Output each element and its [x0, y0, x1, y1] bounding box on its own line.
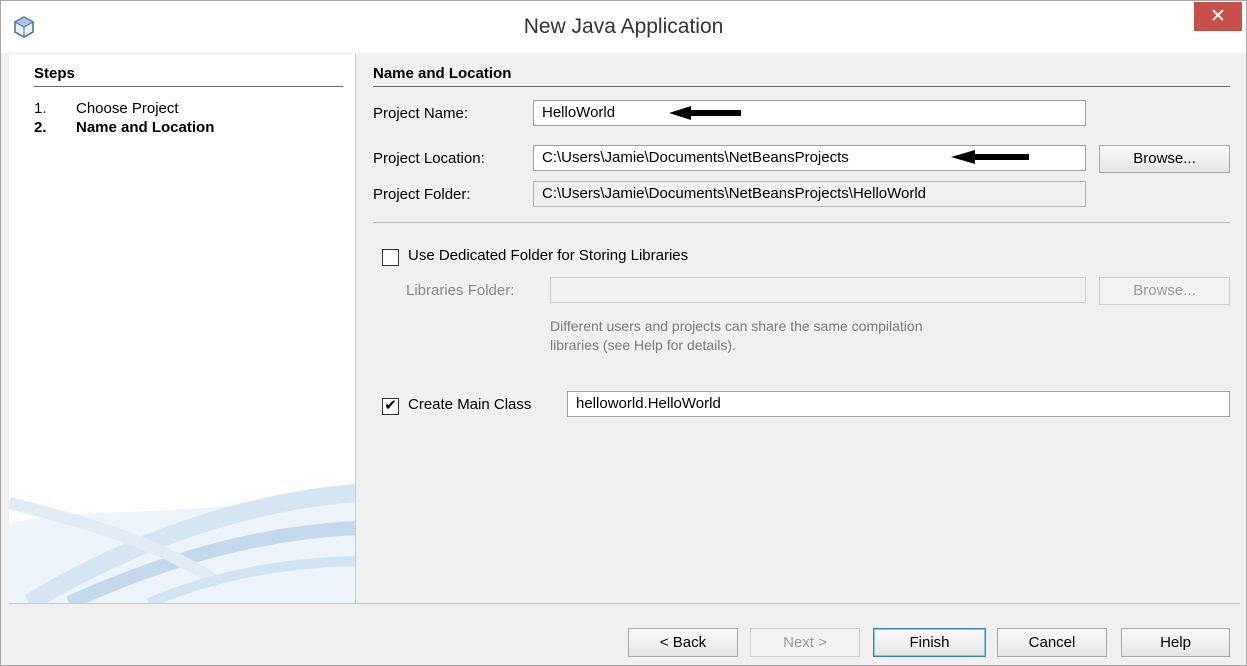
- create-main-class-label: Create Main Class: [408, 396, 532, 413]
- project-location-label: Project Location:: [373, 150, 485, 167]
- next-button[interactable]: Next >: [750, 628, 860, 657]
- cancel-button[interactable]: Cancel: [997, 628, 1107, 657]
- browse-libraries-button[interactable]: Browse...: [1099, 277, 1230, 305]
- help-line: Different users and projects can share t…: [550, 318, 923, 334]
- new-java-application-dialog: New Java Application ✕ Steps 1. Choose Pr…: [0, 0, 1247, 666]
- project-folder-label: Project Folder:: [373, 186, 471, 203]
- step-number: 1.: [34, 100, 47, 117]
- help-line: libraries (see Help for details).: [550, 337, 736, 353]
- libraries-help-text: Different users and projects can share t…: [550, 317, 923, 355]
- step-label: Choose Project: [76, 100, 179, 117]
- help-button[interactable]: Help: [1121, 628, 1230, 657]
- steps-panel: Steps 1. Choose Project 2. Name and Locati…: [9, 54, 355, 603]
- steps-divider-line: [34, 86, 343, 87]
- create-main-class-checkbox[interactable]: ✔: [382, 398, 399, 415]
- annotation-arrow: [669, 106, 741, 120]
- browse-location-button[interactable]: Browse...: [1099, 145, 1230, 173]
- close-icon: ✕: [1210, 6, 1226, 27]
- name-and-location-panel: Name and Location Project Name: HelloWor…: [356, 54, 1240, 603]
- section-title: Name and Location: [373, 65, 512, 82]
- separator: [373, 222, 1230, 223]
- annotation-arrow: [951, 150, 1029, 164]
- libraries-folder-label: Libraries Folder:: [406, 282, 515, 299]
- project-folder-field: C:\Users\Jamie\Documents\NetBeansProject…: [533, 181, 1086, 207]
- project-name-input[interactable]: HelloWorld: [533, 100, 1086, 126]
- title-bar: New Java Application ✕: [1, 1, 1246, 53]
- dedicated-folder-label: Use Dedicated Folder for Storing Librari…: [408, 247, 689, 264]
- close-button[interactable]: ✕: [1194, 2, 1242, 31]
- decorative-swoosh-graphic: [9, 483, 355, 603]
- back-button[interactable]: < Back: [628, 628, 738, 657]
- steps-title: Steps: [34, 65, 75, 82]
- dialog-content: Steps 1. Choose Project 2. Name and Locati…: [9, 54, 1240, 603]
- checkmark-icon: ✔: [384, 397, 397, 414]
- finish-button[interactable]: Finish: [873, 628, 986, 657]
- step-number: 2.: [34, 119, 47, 136]
- bottom-separator: [9, 603, 1240, 604]
- main-class-input[interactable]: helloworld.HelloWorld: [567, 391, 1230, 417]
- step-label: Name and Location: [76, 119, 215, 136]
- project-name-label: Project Name:: [373, 105, 469, 122]
- libraries-folder-input[interactable]: [550, 277, 1086, 303]
- section-divider-line: [373, 86, 1230, 87]
- window-title: New Java Application: [523, 15, 724, 38]
- dedicated-folder-checkbox[interactable]: [382, 249, 399, 266]
- step-name-and-location: 2. Name and Location: [34, 119, 214, 136]
- step-choose-project: 1. Choose Project: [34, 100, 179, 117]
